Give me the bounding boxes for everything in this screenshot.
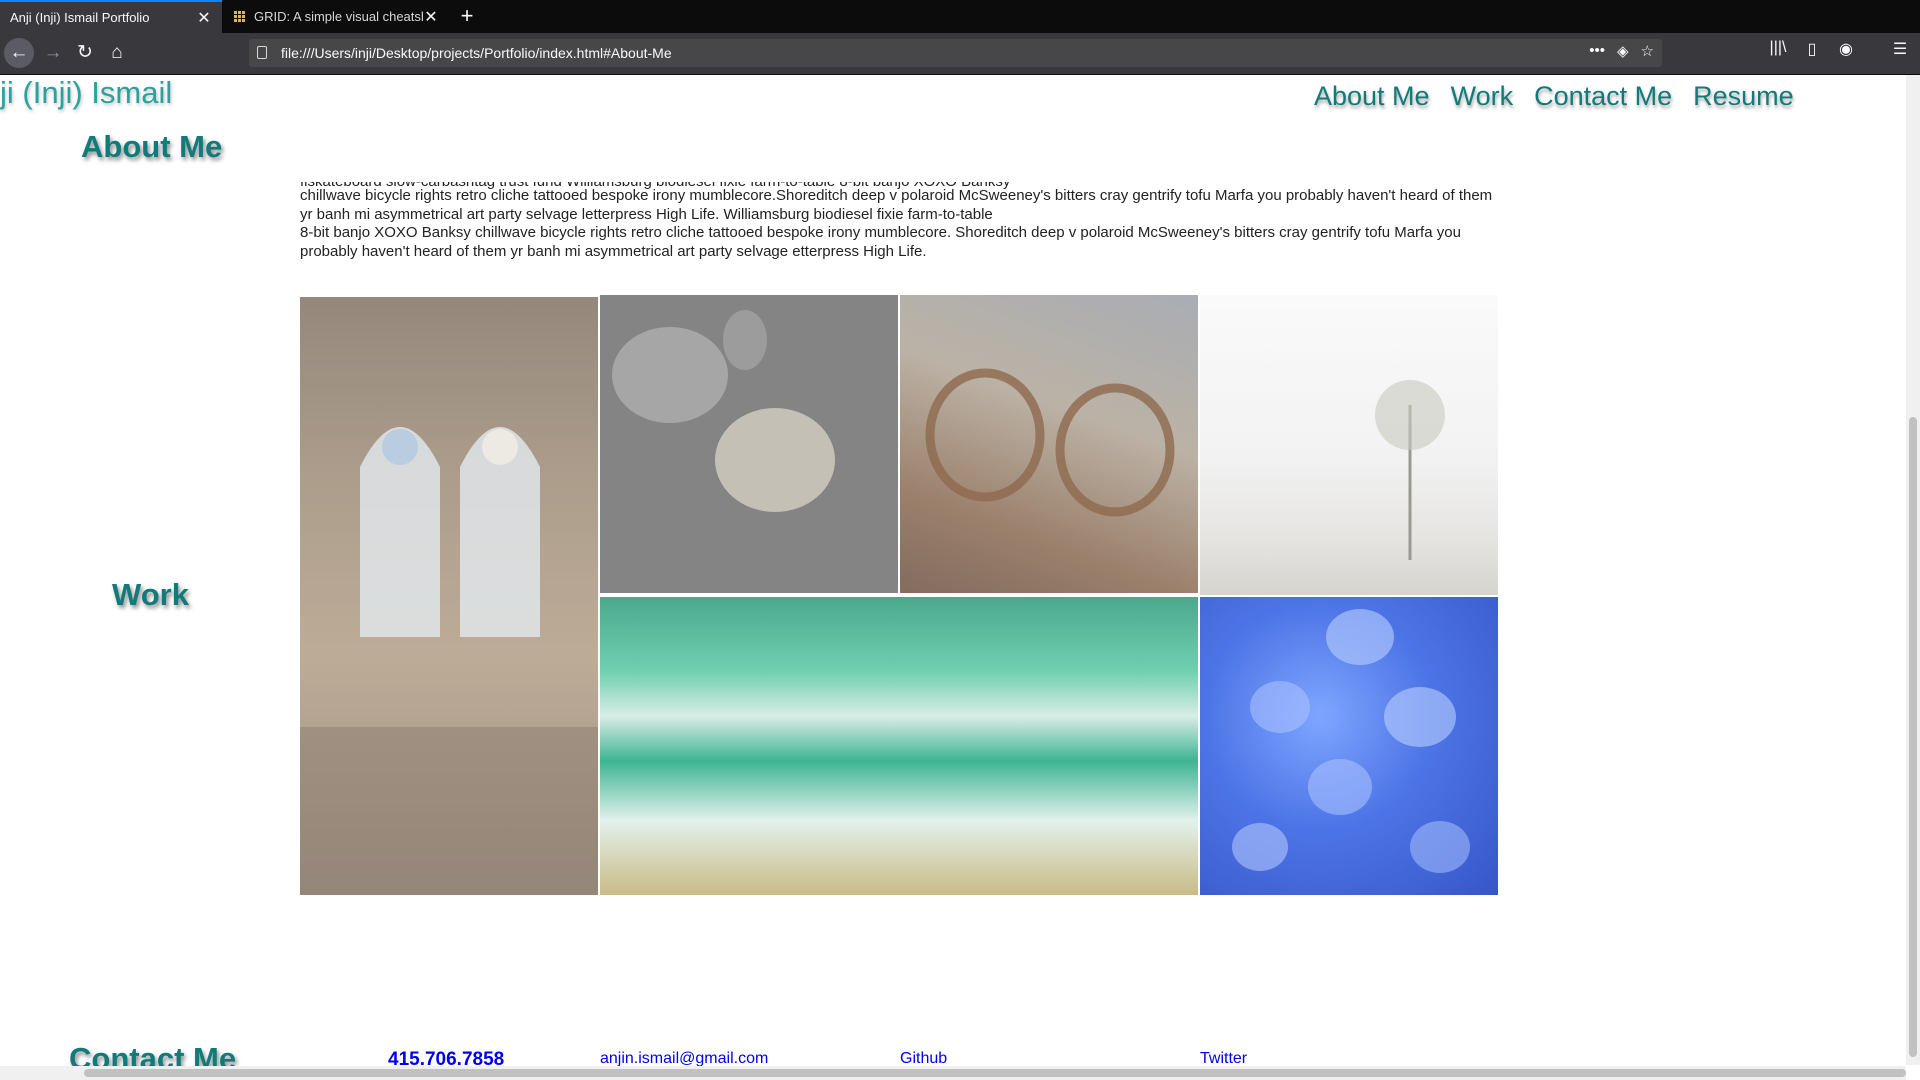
- page-viewport: fiskateboard slow-carbashtag trust fund …: [0, 75, 1920, 1080]
- page-actions-icon[interactable]: •••: [1589, 42, 1605, 60]
- work-heading: Work: [112, 577, 189, 612]
- cathedral-window-image: [300, 297, 598, 895]
- url-text[interactable]: file:///Users/inji/Desktop/projects/Port…: [281, 45, 672, 61]
- nav-contact-me[interactable]: Contact Me: [1534, 81, 1672, 112]
- nav-resume[interactable]: Resume: [1693, 81, 1794, 112]
- library-icon[interactable]: |||\: [1768, 39, 1788, 59]
- ocean-waves-image: [600, 597, 1198, 895]
- work-gallery: [300, 295, 1498, 895]
- about-line: probably haven't heard of them yr banh m…: [300, 242, 927, 260]
- sidebar-icon[interactable]: ▯: [1802, 39, 1822, 59]
- pocket-icon[interactable]: ◈: [1617, 42, 1629, 60]
- eyeglasses-image: [900, 295, 1198, 593]
- navigation-toolbar: ← → ↻ ⌂ file:///Users/inji/Desktop/proje…: [0, 33, 1920, 75]
- about-line: yr banh mi asymmetrical art party selvag…: [300, 205, 993, 223]
- menu-icon[interactable]: ☰: [1890, 39, 1910, 59]
- tab-bar: Anji (Inji) Ismail Portfolio ✕ GRID: A s…: [0, 0, 1920, 33]
- vertical-scroll-thumb[interactable]: [1909, 417, 1917, 1057]
- forward-icon[interactable]: →: [38, 38, 68, 68]
- tab-grid-cheatsheet[interactable]: GRID: A simple visual cheatsheet ✕: [224, 0, 449, 33]
- nav-about-me[interactable]: About Me: [1314, 81, 1430, 112]
- account-icon[interactable]: ◉: [1836, 39, 1856, 59]
- about-text: chillwave bicycle rights retro cliche ta…: [300, 187, 1500, 261]
- jellyfish-image: [600, 295, 898, 593]
- misty-tree-image: [1200, 295, 1498, 595]
- site-nav: About Me Work Contact Me Resume: [1314, 81, 1794, 112]
- horizontal-scrollbar[interactable]: [0, 1066, 1906, 1080]
- blue-jellyfish-image: [1200, 597, 1498, 895]
- close-icon[interactable]: ✕: [423, 7, 439, 27]
- back-icon[interactable]: ←: [4, 38, 34, 68]
- about-line: 8-bit banjo XOXO Banksy chillwave bicycl…: [300, 224, 1461, 241]
- horizontal-scroll-thumb[interactable]: [84, 1069, 1906, 1077]
- url-bar[interactable]: file:///Users/inji/Desktop/projects/Port…: [249, 39, 1662, 67]
- page-icon: [257, 46, 267, 59]
- close-icon[interactable]: ✕: [196, 8, 212, 28]
- vertical-scrollbar[interactable]: [1906, 75, 1920, 1065]
- reload-icon[interactable]: ↻: [70, 38, 100, 68]
- home-icon[interactable]: ⌂: [102, 38, 132, 68]
- site-title: ji (Inji) Ismail: [0, 75, 173, 110]
- tab-title: Anji (Inji) Ismail Portfolio: [10, 10, 150, 25]
- bookmark-star-icon[interactable]: ☆: [1641, 42, 1654, 60]
- about-heading: About Me: [81, 129, 223, 164]
- nav-work[interactable]: Work: [1451, 81, 1514, 112]
- tab-title: GRID: A simple visual cheatsheet: [254, 9, 423, 24]
- new-tab-icon[interactable]: +: [455, 4, 479, 28]
- tab-portfolio[interactable]: Anji (Inji) Ismail Portfolio ✕: [0, 0, 222, 33]
- about-line: chillwave bicycle rights retro cliche ta…: [300, 187, 1493, 204]
- grid-favicon-icon: [234, 10, 246, 23]
